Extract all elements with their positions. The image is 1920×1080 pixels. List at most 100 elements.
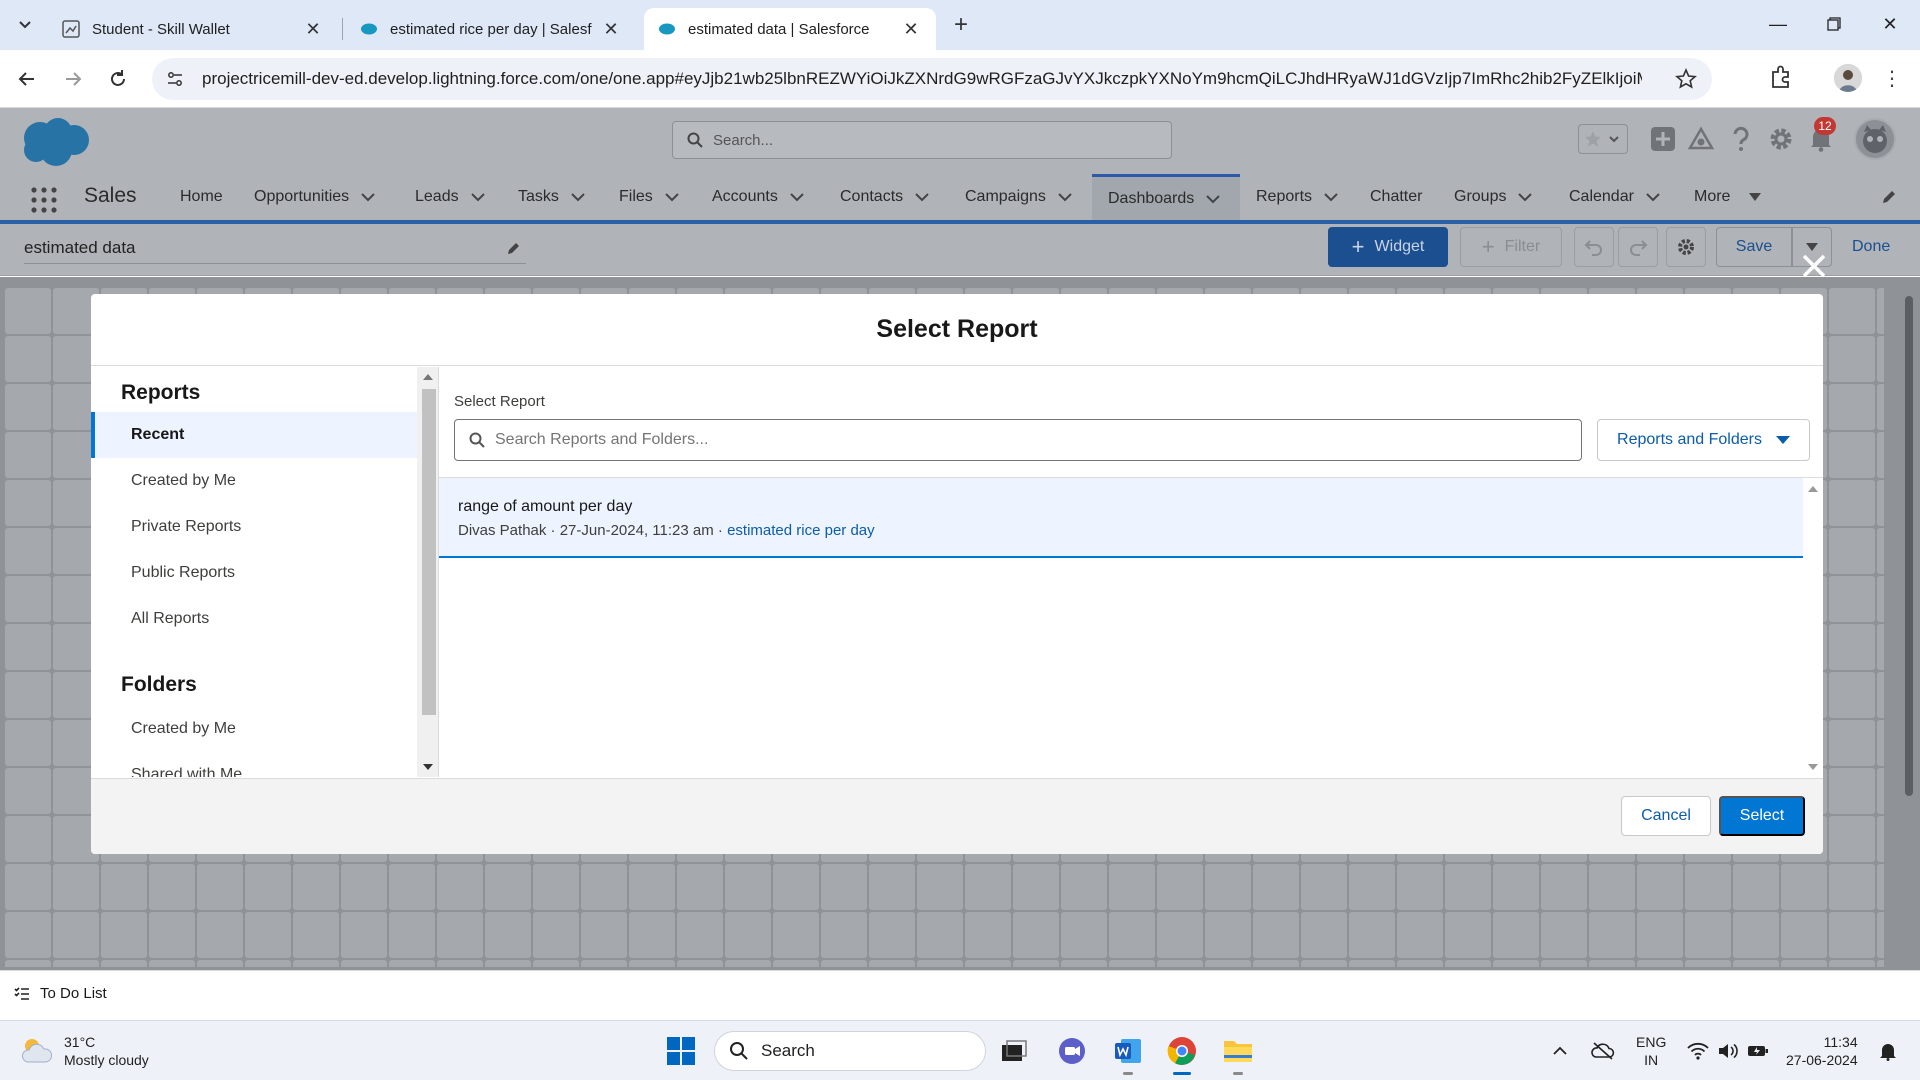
report-folder-link[interactable]: estimated rice per day [727, 522, 875, 539]
dashboard-properties-button[interactable] [1666, 227, 1706, 267]
input-language-indicator[interactable]: ENG IN [1636, 1033, 1666, 1069]
close-tab-icon[interactable]: ✕ [600, 18, 622, 40]
new-tab-button[interactable]: + [948, 11, 974, 38]
bookmark-star-icon[interactable] [1674, 67, 1698, 91]
caret-down-icon[interactable] [1748, 190, 1762, 204]
scroll-up-arrow-icon[interactable] [1803, 480, 1823, 498]
sidebar-scrollbar[interactable] [417, 367, 438, 777]
scroll-down-arrow-icon[interactable] [417, 757, 438, 777]
pencil-icon[interactable] [506, 240, 522, 256]
forward-button[interactable] [58, 64, 88, 94]
page-scrollbar-thumb[interactable] [1905, 296, 1913, 796]
chevron-down-icon[interactable] [361, 190, 375, 204]
scroll-down-arrow-icon[interactable] [1803, 758, 1823, 776]
weather-widget[interactable]: 31°C Mostly cloudy [20, 1033, 149, 1069]
reports-and-folders-dropdown[interactable]: Reports and Folders [1597, 419, 1810, 461]
todo-list-button[interactable]: To Do List [14, 985, 107, 1002]
nav-item-tasks[interactable]: Tasks [518, 174, 585, 220]
nav-item-reports[interactable]: Reports [1256, 174, 1338, 220]
windows-start-icon[interactable] [666, 1036, 696, 1066]
nav-item-accounts[interactable]: Accounts [712, 174, 804, 220]
app-launcher-waffle-icon[interactable] [30, 186, 58, 214]
sidebar-item-private-reports[interactable]: Private Reports [91, 504, 417, 550]
sidebar-scrollbar-thumb[interactable] [422, 389, 436, 715]
dashboard-name-field[interactable]: estimated data [24, 234, 526, 264]
notification-center-bell-icon[interactable] [1874, 1021, 1902, 1080]
nav-item-leads[interactable]: Leads [415, 174, 485, 220]
nav-item-opportunities[interactable]: Opportunities [254, 174, 375, 220]
close-modal-button[interactable] [1798, 250, 1830, 282]
tab-skill-wallet[interactable]: Student - Skill Wallet ✕ [48, 8, 338, 50]
close-tab-icon[interactable]: ✕ [900, 18, 922, 40]
trailhead-guidance-icon[interactable] [1686, 124, 1716, 154]
cancel-button[interactable]: Cancel [1621, 796, 1711, 836]
address-bar[interactable]: projectricemill-dev-ed.develop.lightning… [152, 58, 1712, 100]
results-scrollbar[interactable] [1803, 478, 1823, 778]
chevron-down-icon[interactable] [1646, 190, 1660, 204]
scroll-up-arrow-icon[interactable] [417, 367, 438, 387]
tab-estimated-data[interactable]: estimated data | Salesforce ✕ [644, 8, 936, 50]
global-search-input[interactable]: Search... [672, 121, 1172, 159]
sidebar-item-recent[interactable]: Recent [91, 412, 417, 458]
nav-item-calendar[interactable]: Calendar [1569, 174, 1660, 220]
close-window-button[interactable]: ✕ [1870, 10, 1910, 38]
nav-item-files[interactable]: Files [619, 174, 679, 220]
nav-item-more[interactable]: More [1694, 174, 1762, 220]
taskbar-meet-app[interactable] [1054, 1033, 1090, 1069]
volume-icon[interactable] [1714, 1021, 1742, 1080]
restore-window-button[interactable] [1814, 10, 1854, 38]
close-tab-icon[interactable]: ✕ [302, 18, 324, 40]
nav-item-groups[interactable]: Groups [1454, 174, 1533, 220]
global-actions-add-icon[interactable] [1648, 124, 1678, 154]
help-icon[interactable] [1726, 124, 1756, 154]
chevron-down-icon[interactable] [665, 190, 679, 204]
nav-item-dashboards[interactable]: Dashboards [1092, 174, 1240, 220]
chevron-down-icon[interactable] [1324, 190, 1338, 204]
chevron-down-icon[interactable] [1206, 192, 1220, 206]
sidebar-item-all-reports[interactable]: All Reports [91, 596, 417, 642]
chevron-down-icon[interactable] [470, 190, 485, 204]
taskbar-word-app[interactable] [1110, 1033, 1146, 1075]
chevron-down-icon[interactable] [915, 190, 929, 204]
chevron-down-icon[interactable] [790, 190, 804, 204]
taskbar-clock[interactable]: 11:34 27-06-2024 [1786, 1033, 1858, 1069]
show-hidden-icons-button[interactable] [1548, 1021, 1572, 1080]
undo-button[interactable] [1574, 227, 1614, 267]
nav-item-contacts[interactable]: Contacts [840, 174, 929, 220]
extensions-puzzle-icon[interactable] [1768, 64, 1796, 92]
user-avatar[interactable] [1854, 118, 1896, 160]
back-button[interactable] [12, 64, 42, 94]
nav-item-home[interactable]: Home [180, 174, 223, 220]
nav-item-chatter[interactable]: Chatter [1370, 174, 1422, 220]
save-button[interactable]: Save [1716, 227, 1792, 267]
select-button[interactable]: Select [1719, 796, 1805, 836]
tab-list-button[interactable] [12, 12, 38, 38]
site-info-icon[interactable] [162, 66, 188, 92]
add-filter-button[interactable]: + Filter [1460, 227, 1562, 267]
wifi-icon[interactable] [1684, 1021, 1712, 1080]
reload-button[interactable] [103, 64, 133, 94]
chevron-down-icon[interactable] [571, 190, 585, 204]
battery-charging-icon[interactable] [1744, 1021, 1772, 1080]
add-widget-button[interactable]: + Widget [1328, 227, 1448, 267]
minimize-window-button[interactable]: — [1758, 10, 1798, 38]
list-item[interactable]: range of amount per day Divas Pathak · 2… [439, 478, 1803, 558]
sidebar-item-shared-with-me[interactable]: Shared with Me [91, 752, 417, 777]
report-search-box[interactable] [454, 419, 1582, 461]
setup-gear-icon[interactable] [1766, 124, 1796, 154]
edit-nav-pencil-icon[interactable] [1880, 188, 1898, 206]
favorites-button[interactable] [1578, 124, 1628, 154]
onedrive-offline-icon[interactable] [1588, 1021, 1618, 1080]
taskbar-chrome-app[interactable] [1164, 1033, 1200, 1075]
nav-item-campaigns[interactable]: Campaigns [965, 174, 1072, 220]
sidebar-item-public-reports[interactable]: Public Reports [91, 550, 417, 596]
chevron-down-icon[interactable] [1518, 190, 1533, 204]
taskbar-search-box[interactable]: Search [714, 1031, 986, 1071]
done-button[interactable]: Done [1852, 238, 1890, 256]
taskbar-task-view[interactable] [996, 1033, 1032, 1069]
tab-estimated-rice[interactable]: estimated rice per day | Salesforce ✕ [346, 8, 636, 50]
page-scrollbar[interactable] [1902, 286, 1916, 970]
report-search-input[interactable] [495, 431, 1555, 449]
profile-avatar[interactable] [1834, 64, 1862, 92]
browser-menu-icon[interactable]: ⋮ [1882, 64, 1902, 92]
